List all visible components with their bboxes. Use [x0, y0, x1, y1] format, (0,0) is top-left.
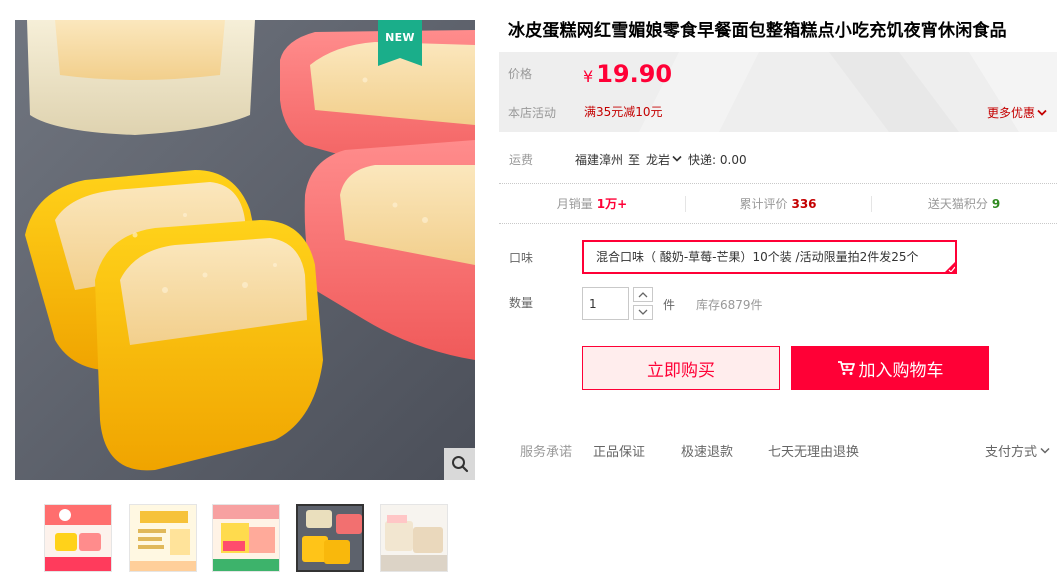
service-item-authentic[interactable]: 正品保证	[593, 441, 645, 460]
price-value: ¥19.90	[583, 60, 672, 88]
quantity-input[interactable]	[582, 287, 629, 320]
thumbnail-3[interactable]	[212, 504, 280, 572]
thumbnail-5[interactable]	[380, 504, 448, 572]
chevron-down-icon	[672, 155, 682, 162]
new-badge-label: NEW	[385, 31, 415, 44]
stat-label: 送天猫积分	[927, 197, 988, 211]
service-item-7day-return[interactable]: 七天无理由退换	[768, 441, 859, 460]
price-panel: 价格 ¥19.90 本店活动 满35元减10元 更多优惠	[499, 52, 1057, 132]
stat-value: 1万+	[596, 197, 628, 211]
cart-icon	[837, 361, 855, 375]
flavor-option-text: 混合口味（ 酸奶-草莓-芒果）10个装 /活动限量拍2件发25个	[596, 250, 919, 264]
shipping-label: 运费	[509, 152, 534, 167]
chevron-up-icon	[638, 292, 648, 298]
payment-methods-label: 支付方式	[985, 445, 1038, 460]
price-row: 价格	[508, 65, 532, 82]
promo-text: 满35元减10元	[584, 105, 663, 119]
price-label: 价格	[508, 67, 533, 81]
thumbnail-4-selected[interactable]	[296, 504, 364, 572]
zoom-button[interactable]	[444, 448, 475, 480]
quantity-decrease-button[interactable]	[633, 305, 653, 320]
stat-reviews[interactable]: 累计评价 336	[685, 184, 871, 223]
shipping-row: 运费 福建漳州 至 龙岩 快递: 0.00	[509, 149, 1049, 169]
thumbnail-2[interactable]	[129, 504, 197, 572]
add-to-cart-button[interactable]: 加入购物车	[791, 346, 989, 390]
stock-count: 库存6879件	[696, 298, 763, 312]
buy-now-label: 立即购买	[647, 360, 715, 381]
destination-selector[interactable]: 龙岩	[646, 151, 682, 168]
stat-value: 9	[991, 196, 1001, 211]
thumbnail-1[interactable]	[44, 504, 112, 572]
promo-label: 本店活动	[508, 106, 557, 120]
flavor-label: 口味	[509, 251, 534, 265]
add-to-cart-label: 加入购物车	[858, 360, 944, 381]
main-product-image[interactable]	[15, 20, 475, 480]
chevron-down-icon	[1037, 109, 1047, 116]
stat-label: 累计评价	[739, 197, 788, 211]
stats-bar: 月销量 1万+ 累计评价 336 送天猫积分 9	[499, 183, 1057, 224]
quantity-label: 数量	[509, 296, 534, 310]
selected-check-icon	[945, 262, 955, 272]
product-photo	[15, 20, 475, 480]
shipping-from: 福建漳州	[575, 152, 624, 167]
chevron-down-icon	[1040, 447, 1050, 454]
quantity-unit: 件	[663, 298, 676, 312]
buy-now-button[interactable]: 立即购买	[582, 346, 780, 390]
chevron-down-icon	[638, 309, 648, 315]
new-badge: NEW	[378, 20, 422, 66]
currency-symbol: ¥	[583, 67, 594, 86]
payment-methods-link[interactable]: 支付方式	[985, 441, 1050, 460]
shipping-fee: 快递: 0.00	[688, 152, 747, 167]
flavor-option-selected[interactable]: 混合口味（ 酸奶-草莓-芒果）10个装 /活动限量拍2件发25个	[582, 240, 957, 274]
magnifier-icon	[451, 456, 468, 473]
price-amount: 19.90	[596, 60, 673, 88]
stat-label: 月销量	[556, 197, 593, 211]
destination-city: 龙岩	[646, 152, 671, 167]
shipping-to-word: 至	[628, 152, 641, 167]
more-coupons-link[interactable]: 更多优惠	[987, 104, 1047, 121]
service-label: 服务承诺	[520, 445, 573, 460]
stat-points: 送天猫积分 9	[871, 184, 1057, 223]
stat-value: 336	[791, 196, 817, 211]
stat-monthly-sales: 月销量 1万+	[499, 184, 685, 223]
service-item-fast-refund[interactable]: 极速退款	[681, 441, 733, 460]
product-title: 冰皮蛋糕网红雪媚娘零食早餐面包整箱糕点小吃充饥夜宵休闲食品	[508, 21, 1007, 41]
more-coupons-label: 更多优惠	[986, 106, 1035, 120]
quantity-increase-button[interactable]	[633, 287, 653, 302]
